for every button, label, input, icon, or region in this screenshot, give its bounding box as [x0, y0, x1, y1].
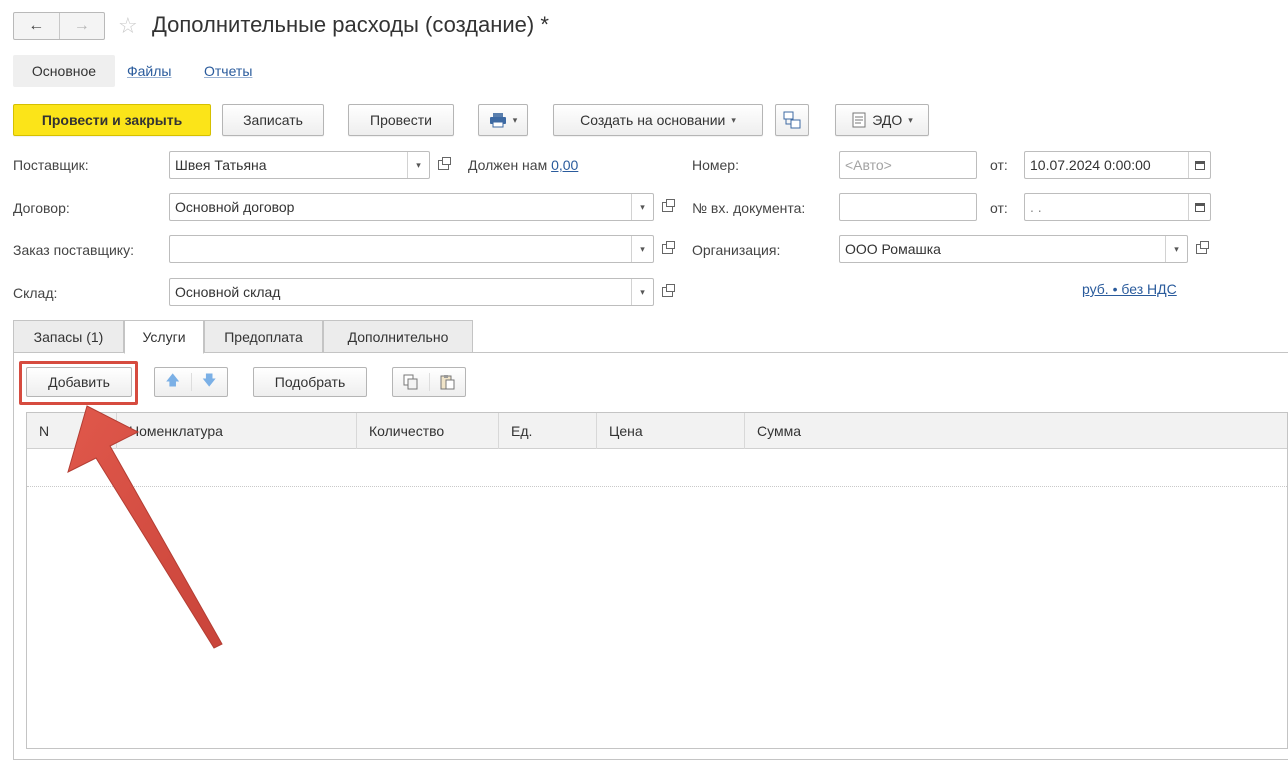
arrow-left-icon: ← [28, 17, 45, 34]
document-structure-icon [783, 111, 801, 129]
warehouse-open-button[interactable] [656, 278, 678, 306]
incoming-doc-field[interactable] [839, 193, 977, 221]
supplier-open-button[interactable] [432, 151, 454, 179]
contract-open-button[interactable] [656, 193, 678, 221]
tab-additional[interactable]: Дополнительно [323, 320, 473, 353]
supplier-field[interactable]: Швея Татьяна ▾ [169, 151, 430, 179]
debt-label: Должен нам [468, 157, 548, 173]
post-and-close-button[interactable]: Провести и закрыть [13, 104, 211, 136]
supplier-dropdown-icon[interactable]: ▾ [407, 152, 429, 178]
organization-value: ООО Ромашка [845, 241, 941, 257]
favorite-star-icon[interactable]: ☆ [118, 12, 138, 40]
post-and-close-label: Провести и закрыть [41, 112, 183, 128]
pick-button[interactable]: Подобрать [253, 367, 367, 397]
back-button[interactable]: ← [14, 13, 59, 39]
arrow-right-icon: → [73, 17, 90, 34]
date-field[interactable]: 10.07.2024 0:00:00 [1024, 151, 1211, 179]
warehouse-dropdown-icon[interactable]: ▾ [631, 279, 653, 305]
supplier-order-field[interactable]: ▾ [169, 235, 654, 263]
warehouse-value: Основной склад [175, 284, 281, 300]
move-buttons: 🡅 🡇 [154, 367, 228, 397]
tab-stocks[interactable]: Запасы (1) [13, 320, 124, 353]
contract-value: Основной договор [175, 199, 295, 215]
printer-icon [489, 113, 506, 128]
section-main[interactable]: Основное [13, 55, 115, 87]
number-field[interactable]: <Авто> [839, 151, 977, 179]
edo-label: ЭДО [872, 112, 903, 128]
edo-button[interactable]: ЭДО ▾ [835, 104, 929, 136]
organization-open-button[interactable] [1190, 235, 1212, 263]
debt-text: Должен нам 0,00 [468, 151, 578, 179]
open-form-icon [661, 199, 675, 212]
clipboard-buttons [392, 367, 466, 397]
edo-document-icon [852, 112, 866, 128]
chevron-down-icon: ▾ [512, 114, 518, 125]
copy-icon[interactable] [393, 374, 429, 390]
section-files-link[interactable]: Файлы [127, 55, 171, 87]
incoming-doc-label: № вх. документа: [692, 200, 806, 216]
post-button[interactable]: Провести [348, 104, 454, 136]
open-form-icon [1195, 241, 1209, 254]
open-form-icon [661, 284, 675, 297]
save-label: Записать [243, 112, 303, 128]
paste-icon[interactable] [430, 374, 466, 390]
column-header-n[interactable]: N [27, 413, 117, 449]
date-value: 10.07.2024 0:00:00 [1030, 157, 1151, 173]
calendar-icon [1194, 202, 1205, 212]
column-header-quantity[interactable]: Количество [357, 413, 499, 449]
incoming-date-field[interactable]: . . [1024, 193, 1211, 221]
post-label: Провести [370, 112, 432, 128]
open-form-icon [437, 157, 451, 170]
open-form-icon [661, 241, 675, 254]
add-button-highlight [19, 361, 138, 405]
organization-label: Организация: [692, 242, 781, 258]
column-header-unit[interactable]: Ед. [499, 413, 597, 449]
supplier-order-open-button[interactable] [656, 235, 678, 263]
table-row[interactable] [27, 449, 1287, 487]
table-header: N Номенклатура Количество Ед. Цена Сумма [27, 413, 1287, 449]
create-based-on-button[interactable]: Создать на основании ▾ [553, 104, 763, 136]
incoming-date-value: . . [1030, 199, 1042, 215]
contract-label: Договор: [13, 200, 70, 216]
organization-field[interactable]: ООО Ромашка ▾ [839, 235, 1188, 263]
warehouse-label: Склад: [13, 285, 58, 301]
warehouse-field[interactable]: Основной склад ▾ [169, 278, 654, 306]
supplier-order-dropdown-icon[interactable]: ▾ [631, 236, 653, 262]
contract-dropdown-icon[interactable]: ▾ [631, 194, 653, 220]
forward-button[interactable]: → [58, 13, 105, 39]
arrow-up-icon[interactable]: 🡅 [155, 370, 191, 394]
create-based-on-label: Создать на основании [580, 112, 726, 128]
print-button[interactable]: ▾ [478, 104, 528, 136]
services-table: N Номенклатура Количество Ед. Цена Сумма [26, 412, 1288, 749]
supplier-order-label: Заказ поставщику: [13, 242, 134, 258]
save-button[interactable]: Записать [222, 104, 324, 136]
incoming-calendar-button[interactable] [1188, 194, 1210, 220]
supplier-value: Швея Татьяна [175, 157, 267, 173]
debt-amount-link[interactable]: 0,00 [551, 157, 578, 173]
contract-field[interactable]: Основной договор ▾ [169, 193, 654, 221]
tab-prepayment[interactable]: Предоплата [204, 320, 323, 353]
arrow-down-icon[interactable]: 🡇 [192, 370, 228, 394]
pick-label: Подобрать [274, 374, 346, 390]
organization-dropdown-icon[interactable]: ▾ [1165, 236, 1187, 262]
number-placeholder: <Авто> [845, 157, 892, 173]
page-title: Дополнительные расходы (создание) * [152, 12, 549, 37]
incoming-date-from-label: от: [990, 200, 1008, 216]
currency-vat-link[interactable]: руб. • без НДС [1082, 281, 1177, 297]
supplier-label: Поставщик: [13, 157, 89, 173]
date-from-label: от: [990, 157, 1008, 173]
tab-services[interactable]: Услуги [124, 320, 204, 354]
column-header-sum[interactable]: Сумма [745, 413, 1288, 449]
column-header-price[interactable]: Цена [597, 413, 745, 449]
structure-button[interactable] [775, 104, 809, 136]
calendar-button[interactable] [1188, 152, 1210, 178]
chevron-down-icon: ▾ [908, 114, 913, 125]
chevron-down-icon: ▾ [731, 114, 736, 125]
number-label: Номер: [692, 157, 739, 173]
section-reports-link[interactable]: Отчеты [204, 55, 252, 87]
column-header-nomenclature[interactable]: Номенклатура [117, 413, 357, 449]
calendar-icon [1194, 160, 1205, 170]
history-nav: ← → [13, 12, 105, 40]
